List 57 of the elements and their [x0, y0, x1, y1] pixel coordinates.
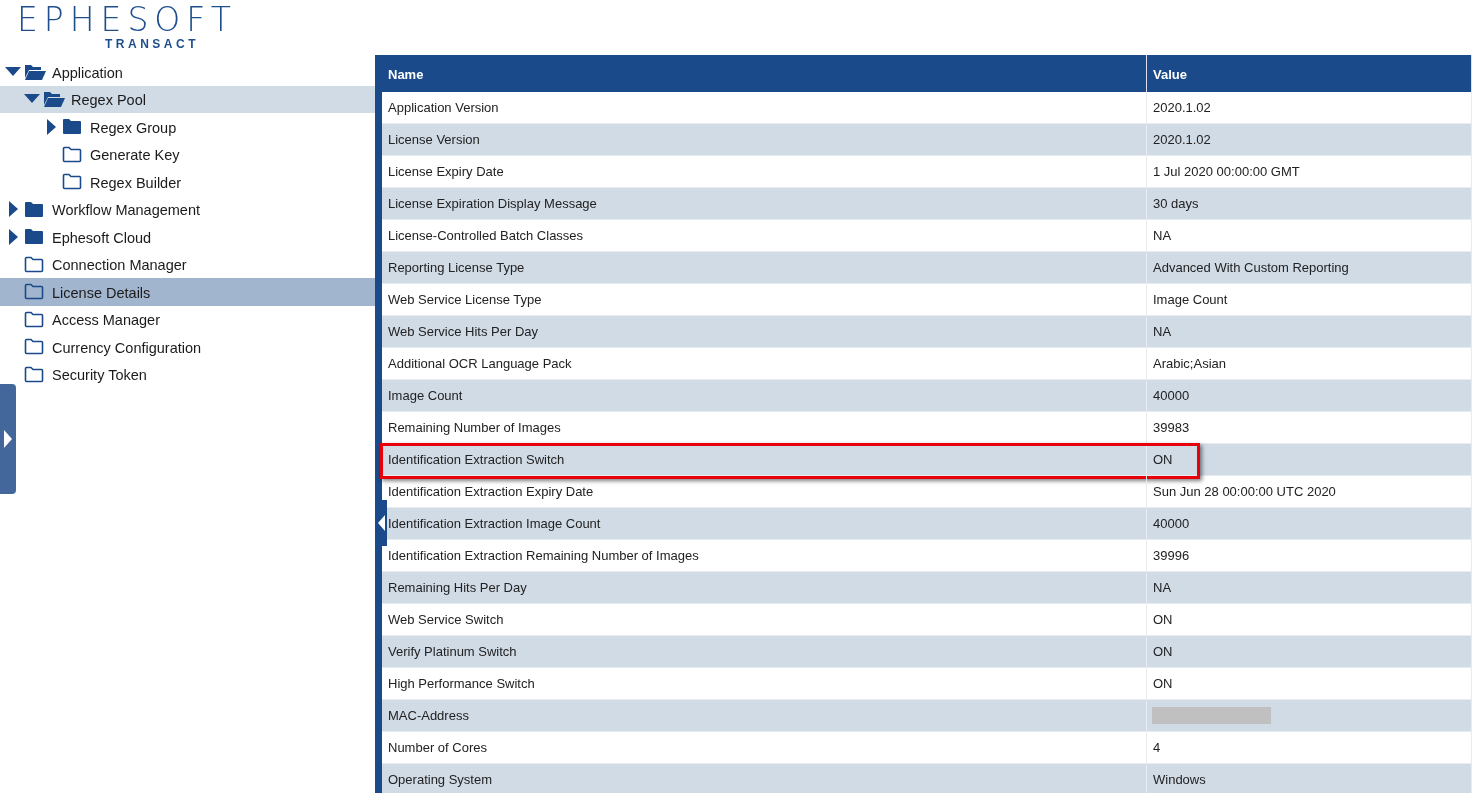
folder-outline-icon [24, 365, 44, 383]
tree-item[interactable]: License Details [0, 278, 375, 306]
table-cell: ON [1147, 636, 1472, 668]
caret-down-icon[interactable] [5, 66, 21, 77]
caret-down-icon[interactable] [24, 94, 40, 105]
tree-item[interactable]: Regex Pool [0, 85, 375, 113]
table-cell: Image Count [382, 380, 1147, 412]
folder-outline-icon [62, 173, 82, 191]
table-cell: NA [1147, 572, 1472, 604]
table-cell: MAC-Address [382, 700, 1147, 732]
table-cell: ON [1147, 444, 1472, 476]
folder-outline-icon [62, 145, 82, 163]
table-cell: Verify Platinum Switch [382, 636, 1147, 668]
table-cell: Windows [1147, 764, 1472, 793]
table-cell: NA [1147, 316, 1472, 348]
table-cell: Web Service Hits Per Day [382, 316, 1147, 348]
expand-panel-tab[interactable] [0, 384, 16, 494]
folder-outline-icon [24, 310, 44, 328]
table-cell: 2020.1.02 [1147, 124, 1472, 156]
table-cell: Reporting License Type [382, 252, 1147, 284]
caret-right-icon[interactable] [46, 118, 56, 135]
caret-left-icon [377, 515, 385, 531]
tree-item[interactable]: Generate Key [0, 140, 375, 168]
caret-right-icon [4, 430, 12, 448]
table-cell: 40000 [1147, 508, 1472, 540]
column-header: Value [1147, 55, 1472, 92]
table-cell: Advanced With Custom Reporting [1147, 252, 1472, 284]
folder-icon [24, 200, 44, 218]
tree-item[interactable]: Application [0, 58, 375, 86]
table-cell: Operating System [382, 764, 1147, 793]
table-cell: License Version [382, 124, 1147, 156]
logo-text: EPHESOFT [17, 0, 237, 38]
table-cell: Identification Extraction Switch [382, 444, 1147, 476]
open-folder-icon [24, 62, 46, 81]
folder-outline-icon [24, 283, 44, 301]
tree-item[interactable]: Workflow Management [0, 195, 375, 223]
table-cell: 40000 [1147, 380, 1472, 412]
column-header: Name [382, 55, 1147, 92]
folder-icon [24, 228, 44, 246]
tree-item[interactable]: Regex Group [0, 113, 375, 141]
table-cell: Remaining Hits Per Day [382, 572, 1147, 604]
tree-item[interactable]: Access Manager [0, 305, 375, 333]
folder-outline-icon [24, 255, 44, 273]
table-cell: Remaining Number of Images [382, 412, 1147, 444]
logo-subtitle: TRANSACT [105, 38, 199, 51]
caret-right-icon[interactable] [8, 201, 18, 218]
open-folder-icon [43, 90, 65, 109]
table-cell: 30 days [1147, 188, 1472, 220]
tree-item[interactable]: Regex Builder [0, 168, 375, 196]
folder-outline-icon [24, 338, 44, 356]
tree-item[interactable]: Connection Manager [0, 250, 375, 278]
caret-right-icon[interactable] [8, 228, 18, 245]
folder-icon [62, 118, 82, 136]
tree-item[interactable]: Security Token [0, 360, 375, 388]
table-cell: License Expiration Display Message [382, 188, 1147, 220]
tree-item[interactable]: Currency Configuration [0, 333, 375, 361]
tree-item[interactable]: Ephesoft Cloud [0, 223, 375, 251]
